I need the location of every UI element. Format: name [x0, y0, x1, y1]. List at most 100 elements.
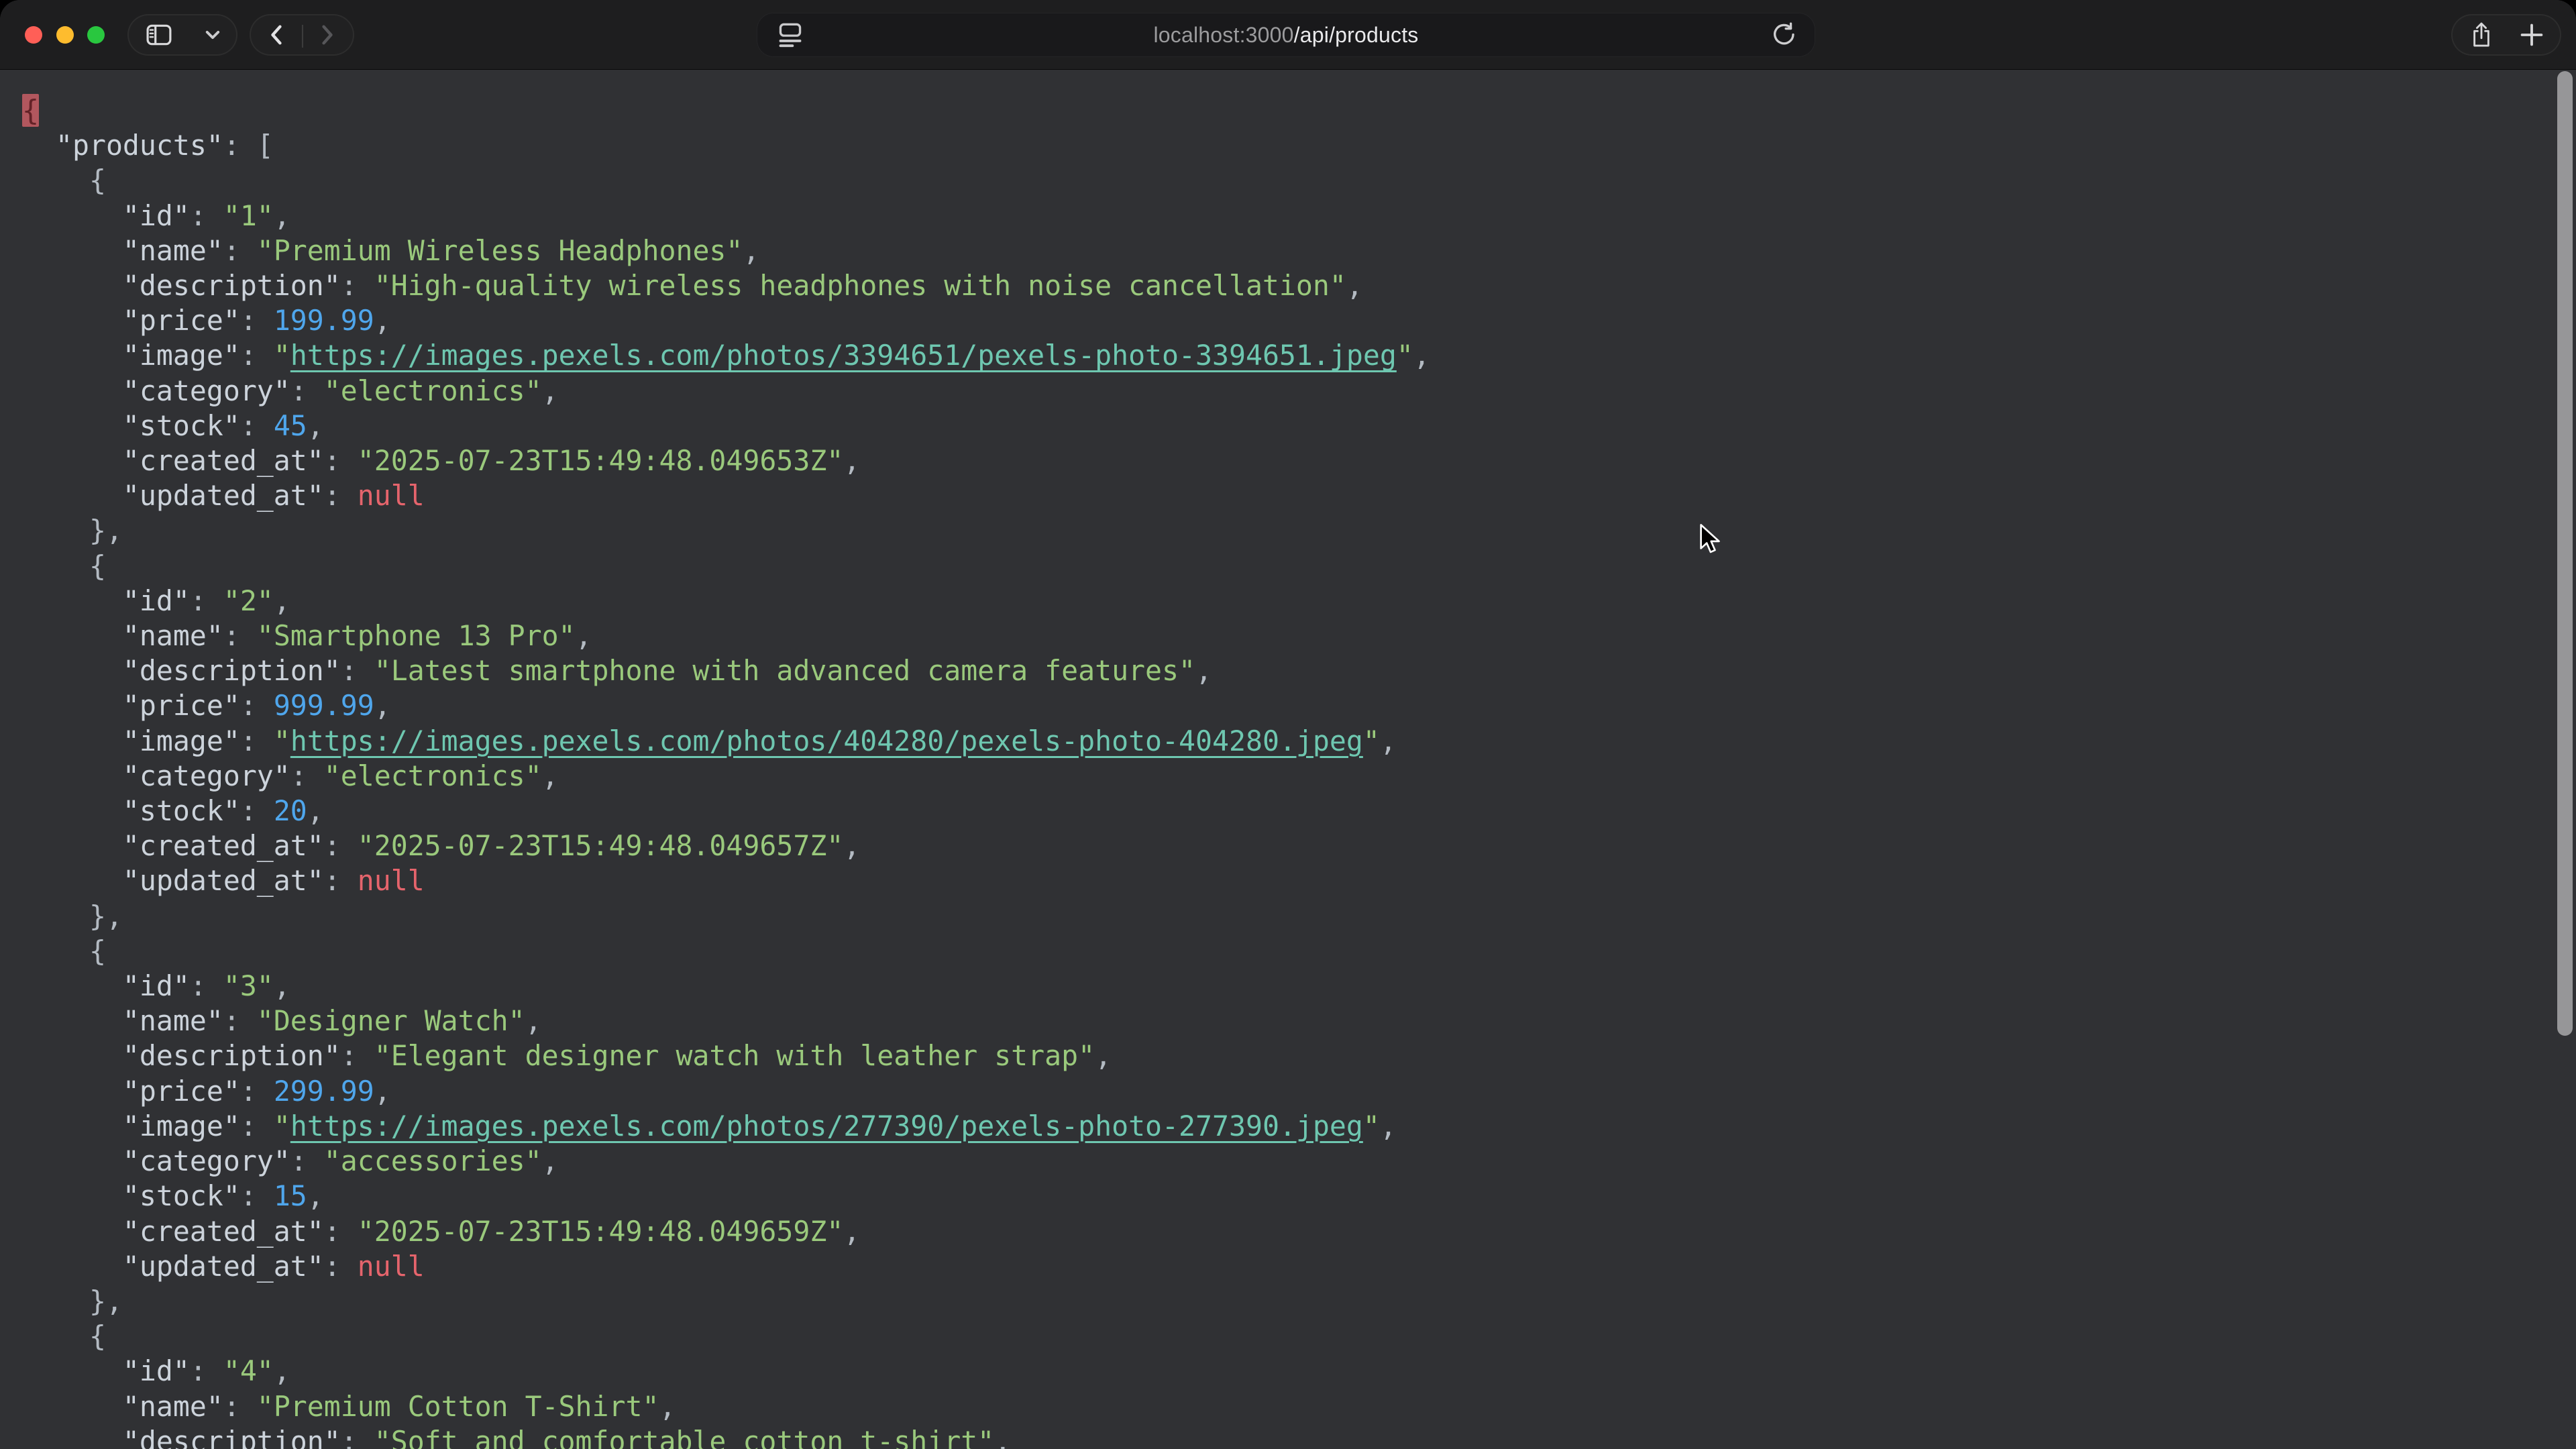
json-token-key: "updated_at"	[123, 864, 324, 897]
json-token-punct: [	[257, 129, 274, 162]
json-token-key: "name"	[123, 1004, 223, 1037]
image-url-link[interactable]: https://images.pexels.com/photos/277390/…	[290, 1110, 1363, 1142]
json-token-punct: ,	[274, 1354, 290, 1387]
json-token-key: "updated_at"	[123, 479, 324, 512]
json-token-str: "Soft and comfortable cotton t-shirt"	[374, 1425, 994, 1449]
forward-button[interactable]	[321, 25, 334, 45]
json-token-str: "Premium Wireless Headphones"	[257, 234, 743, 267]
json-token-punct: ,	[659, 1390, 676, 1423]
json-token-punct: :	[324, 1215, 358, 1248]
json-token-key: "id"	[123, 584, 190, 617]
json-token-punct: ,	[374, 1075, 391, 1108]
page-settings-icon[interactable]	[777, 22, 803, 48]
json-token-key: "products"	[56, 129, 223, 162]
json-token-key: "description"	[123, 269, 341, 302]
json-token-key: "stock"	[123, 409, 240, 442]
json-token-null: null	[358, 864, 425, 897]
json-token-key: "image"	[123, 724, 240, 757]
json-token-str: "Premium Cotton T-Shirt"	[257, 1390, 659, 1423]
json-token-key: "created_at"	[123, 1215, 324, 1248]
json-token-punct: :	[190, 584, 223, 617]
json-token-punct: ,	[994, 1425, 1011, 1449]
json-token-num: 45	[274, 409, 307, 442]
json-token-null: null	[358, 1250, 425, 1283]
json-token-punct: :	[223, 1004, 257, 1037]
json-token-punct: :	[190, 199, 223, 232]
zoom-button[interactable]	[87, 26, 105, 44]
json-token-punct: :	[290, 374, 324, 407]
json-token-str: "3"	[223, 969, 274, 1002]
json-token-key: "image"	[123, 1110, 240, 1142]
safari-window: localhost:3000/api/products { "products"…	[0, 0, 2576, 1449]
back-button[interactable]	[270, 25, 283, 45]
json-token-str: "2025-07-23T15:49:48.049659Z"	[358, 1215, 844, 1248]
json-token-key: "price"	[123, 1075, 240, 1108]
json-token-num: 15	[274, 1179, 307, 1212]
json-token-punct: ,	[525, 1004, 542, 1037]
json-token-punct: ,	[542, 374, 559, 407]
json-token-num: 999.99	[274, 689, 374, 722]
json-token-punct: },	[89, 1285, 123, 1318]
json-token-punct: :	[341, 1425, 374, 1449]
json-token-punct: ,	[542, 1144, 559, 1177]
json-token-key: "category"	[123, 374, 290, 407]
json-token-punct: :	[240, 724, 274, 757]
json-token-key: "price"	[123, 304, 240, 337]
minimize-button[interactable]	[56, 26, 74, 44]
json-token-punct: ,	[542, 759, 559, 792]
scrollbar-thumb[interactable]	[2557, 71, 2573, 1036]
json-token-key: "price"	[123, 689, 240, 722]
page-content: { "products": [ { "id": "1", "name": "Pr…	[0, 70, 2576, 1449]
json-token-punct: :	[290, 1144, 324, 1177]
json-token-str: "2"	[223, 584, 274, 617]
json-token-key: "id"	[123, 1354, 190, 1387]
json-token-punct: ,	[1095, 1039, 1112, 1072]
json-token-str: "4"	[223, 1354, 274, 1387]
json-token-key: "stock"	[123, 1179, 240, 1212]
json-viewer: { "products": [ { "id": "1", "name": "Pr…	[0, 70, 2576, 1449]
json-token-punct: :	[223, 129, 257, 162]
json-token-key: "description"	[123, 654, 341, 687]
browser-toolbar: localhost:3000/api/products	[0, 0, 2576, 70]
json-token-punct: :	[240, 304, 274, 337]
close-button[interactable]	[25, 26, 42, 44]
json-token-str: "	[274, 724, 290, 757]
url-path: /api/products	[1294, 23, 1419, 47]
json-token-punct: ,	[1195, 654, 1212, 687]
json-token-punct: ,	[274, 199, 290, 232]
json-token-str: "	[1363, 1110, 1380, 1142]
json-token-punct: :	[240, 689, 274, 722]
json-token-key: "name"	[123, 1390, 223, 1423]
json-token-key: "description"	[123, 1039, 341, 1072]
json-token-key: "stock"	[123, 794, 240, 827]
share-button[interactable]	[2470, 20, 2493, 50]
new-tab-button[interactable]	[2520, 23, 2544, 47]
json-token-punct: ,	[843, 829, 860, 862]
image-url-link[interactable]: https://images.pexels.com/photos/3394651…	[290, 339, 1397, 372]
image-url-link[interactable]: https://images.pexels.com/photos/404280/…	[290, 724, 1363, 757]
json-token-punct: :	[324, 829, 358, 862]
sidebar-icon	[146, 24, 172, 46]
reload-button[interactable]	[1770, 21, 1797, 48]
json-token-key: "name"	[123, 619, 223, 652]
json-token-punct: :	[290, 759, 324, 792]
json-token-punct: },	[89, 900, 123, 932]
json-token-num: 299.99	[274, 1075, 374, 1108]
json-token-null: null	[358, 479, 425, 512]
json-token-key: "id"	[123, 199, 190, 232]
json-token-punct: :	[341, 269, 374, 302]
sidebar-toggle-button[interactable]	[127, 14, 237, 56]
json-token-key: "created_at"	[123, 444, 324, 477]
address-bar[interactable]: localhost:3000/api/products	[757, 13, 1815, 57]
json-token-str: "accessories"	[324, 1144, 542, 1177]
json-token-punct: ,	[1380, 724, 1397, 757]
nav-buttons-group	[250, 14, 354, 56]
json-token-punct: :	[223, 619, 257, 652]
json-token-punct: ,	[1380, 1110, 1397, 1142]
json-token-hl: {	[22, 94, 39, 127]
json-token-punct: :	[240, 339, 274, 372]
json-token-punct: ,	[374, 304, 391, 337]
url-text: localhost:3000/api/products	[1153, 23, 1418, 48]
json-token-key: "category"	[123, 1144, 290, 1177]
json-token-key: "created_at"	[123, 829, 324, 862]
